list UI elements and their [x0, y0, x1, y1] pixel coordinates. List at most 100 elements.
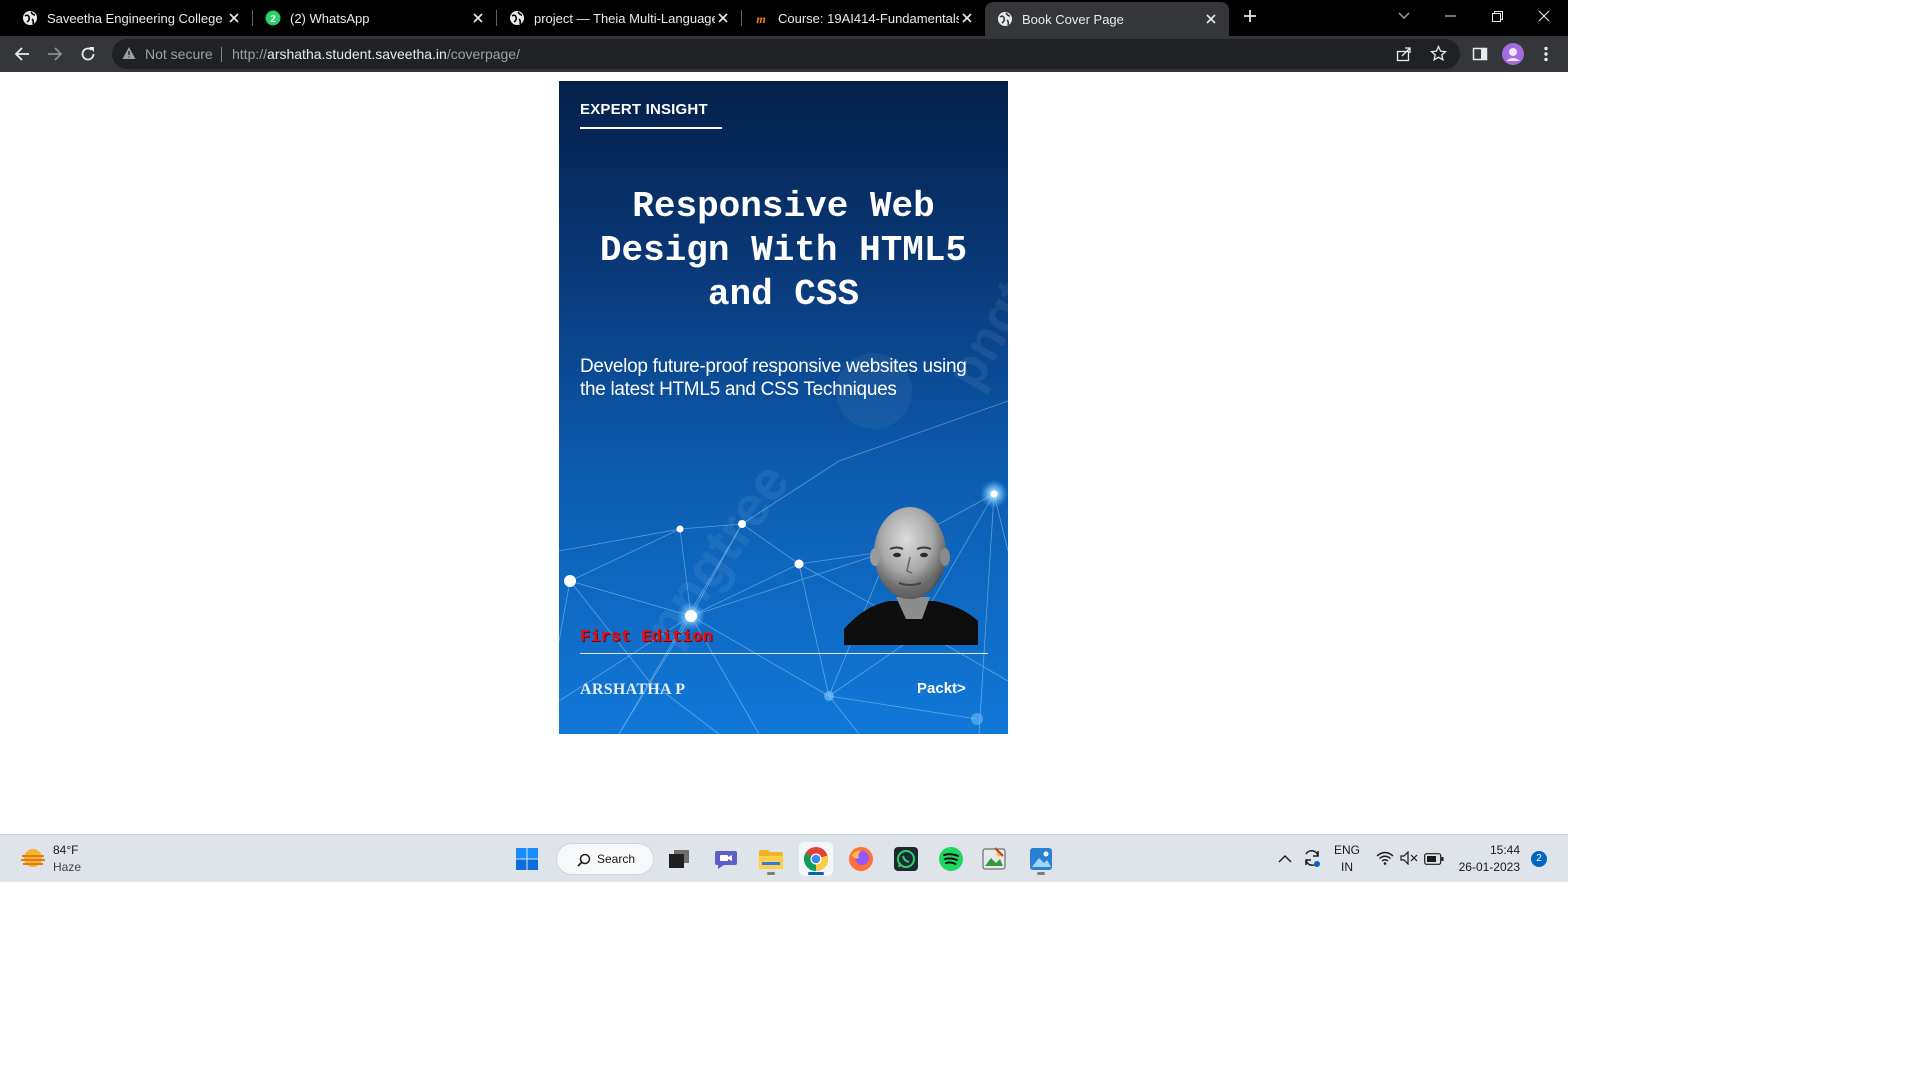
close-window-button[interactable] [1521, 0, 1567, 32]
close-tab-icon[interactable] [470, 10, 486, 26]
tab-search-button[interactable] [1381, 0, 1427, 32]
weather-widget[interactable] [20, 847, 46, 876]
url-scheme: http:// [232, 46, 268, 62]
tab-book-cover[interactable]: Book Cover Page [985, 2, 1229, 36]
language-code[interactable]: ENG [1333, 843, 1361, 857]
tab-title: Course: 19AI414-Fundamentals o [778, 10, 959, 26]
close-icon [1538, 10, 1550, 22]
side-panel-button[interactable] [1466, 40, 1494, 68]
language-region[interactable]: IN [1333, 860, 1361, 874]
tab-course[interactable]: m Course: 19AI414-Fundamentals o [731, 0, 985, 36]
page-viewport: pngtree pngtree EXPERT INSIGHT Responsiv… [0, 72, 1568, 834]
tab-strip: Saveetha Engineering College 2 (2) Whats… [0, 0, 1568, 36]
chrome-button[interactable] [799, 842, 833, 876]
book-title: Responsive Web Design With HTML5 and CSS [599, 186, 968, 315]
tab-saveetha[interactable]: Saveetha Engineering College [0, 0, 252, 36]
tab-title: project — Theia Multi-Language [534, 10, 715, 26]
file-explorer-button[interactable] [754, 842, 788, 876]
restore-icon [1491, 10, 1503, 22]
weather-condition[interactable]: Haze [53, 860, 81, 874]
forward-button[interactable] [41, 40, 69, 68]
wifi-icon [1376, 851, 1394, 865]
menu-button[interactable] [1532, 40, 1560, 68]
side-panel-icon [1472, 47, 1488, 61]
book-subtitle: Develop future-proof responsive websites… [580, 356, 967, 400]
running-indicator [767, 872, 775, 875]
chevron-up-icon [1278, 855, 1292, 863]
omnibox-separator [221, 47, 222, 62]
taskbar: 84°F Haze Search ENG IN 15:44 26-01-2023… [0, 834, 1568, 882]
minimize-button[interactable] [1427, 0, 1473, 32]
edition-label: First Edition [580, 628, 713, 647]
bookmark-star-icon[interactable] [1429, 44, 1448, 67]
author-photo [844, 507, 978, 645]
chat-icon [715, 851, 737, 869]
globe-icon [998, 12, 1012, 26]
profile-button[interactable] [1499, 40, 1527, 68]
avatar [1502, 43, 1524, 65]
running-indicator [1037, 872, 1045, 875]
whatsapp-app-button[interactable] [889, 842, 923, 876]
search-icon [577, 853, 591, 867]
address-bar[interactable]: Not secure http://arshatha.student.savee… [112, 39, 1460, 69]
url-text[interactable]: http://arshatha.student.saveetha.in/cove… [232, 46, 520, 62]
book-cover: pngtree pngtree EXPERT INSIGHT Responsiv… [559, 81, 1008, 734]
security-label[interactable]: Not secure [145, 46, 213, 62]
clock-time[interactable]: 15:44 [1456, 843, 1520, 857]
globe-icon [510, 11, 524, 25]
clock-date[interactable]: 26-01-2023 [1450, 860, 1520, 874]
kebab-menu-icon [1544, 46, 1548, 62]
tab-title: Book Cover Page [1022, 11, 1124, 27]
tab-title: (2) WhatsApp [290, 10, 370, 26]
series-label: EXPERT INSIGHT [580, 101, 708, 118]
sync-status[interactable] [1302, 848, 1322, 873]
tab-whatsapp[interactable]: 2 (2) WhatsApp [243, 0, 496, 36]
close-tab-icon[interactable] [959, 10, 975, 26]
notification-badge[interactable]: 2 [1531, 851, 1547, 867]
search-label: Search [597, 852, 636, 866]
close-tab-icon[interactable] [226, 10, 242, 26]
teams-chat-button[interactable] [709, 842, 743, 876]
photo-app-button[interactable] [977, 842, 1011, 876]
reload-button[interactable] [74, 40, 102, 68]
task-view-icon [669, 850, 689, 868]
arrow-right-icon [48, 47, 63, 61]
chrome-icon [803, 847, 828, 871]
globe-icon [23, 11, 37, 25]
volume-muted-icon [1400, 850, 1418, 866]
divider [580, 653, 988, 654]
publisher-logo: Packt> [917, 680, 966, 697]
moodle-icon: m [756, 12, 765, 26]
firefox-icon [849, 847, 873, 871]
restore-button[interactable] [1474, 0, 1520, 32]
battery-status[interactable] [1424, 852, 1444, 870]
close-tab-icon[interactable] [1203, 11, 1219, 27]
minimize-icon [1444, 15, 1456, 17]
taskbar-search[interactable]: Search [556, 843, 654, 875]
photos-icon [1030, 848, 1052, 870]
back-button[interactable] [8, 40, 36, 68]
series-underline [580, 127, 722, 129]
sync-icon [1305, 850, 1320, 867]
author-name: ARSHATHA P [580, 681, 686, 698]
spotify-button[interactable] [934, 842, 968, 876]
task-view-button[interactable] [662, 842, 696, 876]
spotify-icon [939, 847, 963, 871]
firefox-button[interactable] [844, 842, 878, 876]
weather-temperature[interactable]: 84°F [53, 843, 78, 857]
tab-theia[interactable]: project — Theia Multi-Language [487, 0, 741, 36]
start-button[interactable] [510, 842, 544, 876]
reload-icon [81, 47, 95, 61]
tray-overflow-button[interactable] [1278, 851, 1292, 869]
arrow-left-icon [14, 47, 29, 61]
folder-icon [759, 850, 783, 869]
wifi-status[interactable] [1376, 851, 1394, 870]
volume-status[interactable] [1400, 850, 1418, 870]
battery-icon [1424, 853, 1444, 865]
new-tab-button[interactable] [1228, 0, 1272, 32]
svg-text:2: 2 [270, 14, 276, 25]
close-tab-icon[interactable] [715, 10, 731, 26]
photos-button[interactable] [1024, 842, 1058, 876]
share-icon[interactable] [1396, 46, 1412, 67]
whatsapp-icon [894, 847, 918, 871]
